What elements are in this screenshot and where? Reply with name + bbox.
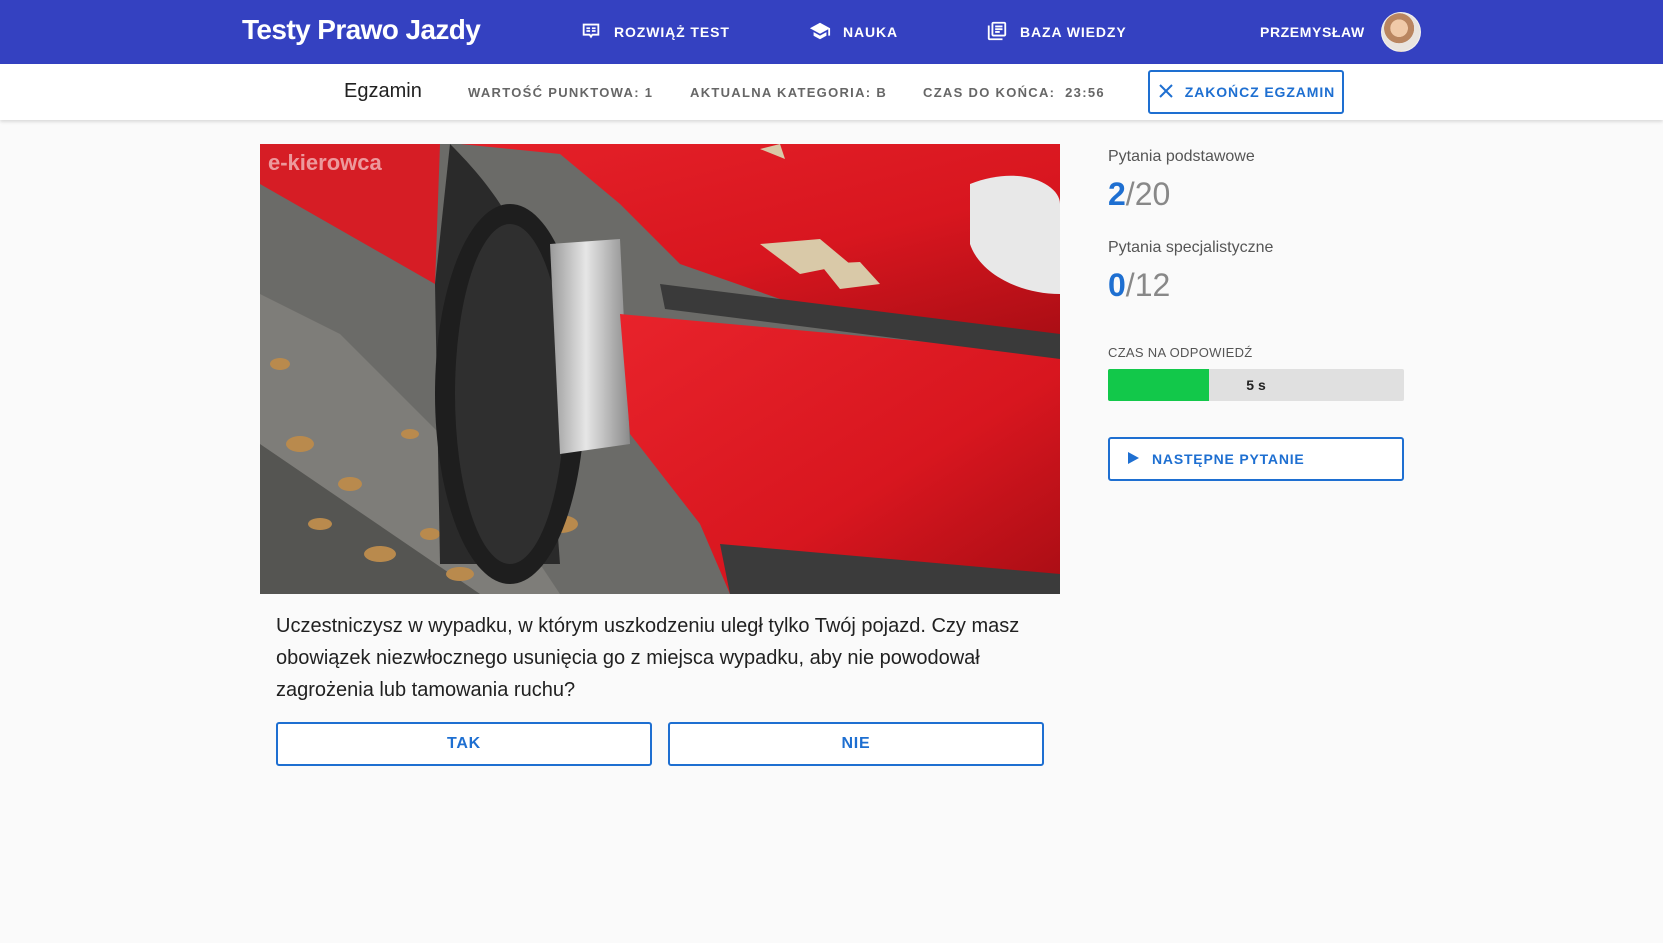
basic-questions-total: /20 bbox=[1125, 176, 1171, 212]
answer-time-progress: 5 s bbox=[1108, 369, 1404, 401]
top-app-bar: Testy Prawo Jazdy ROZWIĄŻ TEST NAUKA BAZ… bbox=[0, 0, 1663, 64]
next-question-button[interactable]: NASTĘPNE PYTANIE bbox=[1108, 437, 1404, 481]
exam-toolbar: Egzamin WARTOŚĆ PUNKTOWA: 1 AKTUALNA KAT… bbox=[0, 64, 1663, 120]
test-icon bbox=[580, 20, 602, 45]
specialist-questions-counter: 0/12 bbox=[1108, 267, 1170, 304]
end-exam-button[interactable]: ZAKOŃCZ EGZAMIN bbox=[1148, 70, 1344, 114]
book-icon bbox=[986, 20, 1008, 45]
basic-questions-current: 2 bbox=[1108, 176, 1126, 212]
basic-questions-label: Pytania podstawowe bbox=[1108, 148, 1255, 165]
avatar[interactable] bbox=[1380, 12, 1421, 52]
answer-no-button[interactable]: NIE bbox=[668, 722, 1044, 766]
answer-yes-button[interactable]: TAK bbox=[276, 722, 652, 766]
nav-solve-test[interactable]: ROZWIĄŻ TEST bbox=[580, 20, 730, 44]
points-value: WARTOŚĆ PUNKTOWA: 1 bbox=[468, 85, 654, 100]
specialist-questions-current: 0 bbox=[1108, 267, 1126, 303]
current-category: AKTUALNA KATEGORIA: B bbox=[690, 85, 888, 100]
time-remaining: CZAS DO KOŃCA: 23:56 bbox=[923, 85, 1105, 100]
brand-title[interactable]: Testy Prawo Jazdy bbox=[242, 14, 481, 46]
end-exam-label: ZAKOŃCZ EGZAMIN bbox=[1184, 84, 1336, 100]
question-image: e-kierowca bbox=[260, 144, 1060, 594]
question-text: Uczestniczysz w wypadku, w którym uszkod… bbox=[276, 615, 1020, 701]
nav-knowledge-base-label: BAZA WIEDZY bbox=[1020, 24, 1127, 40]
nav-knowledge-base[interactable]: BAZA WIEDZY bbox=[986, 20, 1127, 44]
close-icon bbox=[1157, 82, 1175, 103]
page-title: Egzamin bbox=[344, 80, 422, 102]
play-icon bbox=[1126, 451, 1140, 468]
nav-solve-test-label: ROZWIĄŻ TEST bbox=[614, 24, 730, 40]
basic-questions-counter: 2/20 bbox=[1108, 176, 1170, 213]
answer-time-label: CZAS NA ODPOWIEDŹ bbox=[1108, 345, 1253, 360]
next-question-label: NASTĘPNE PYTANIE bbox=[1152, 451, 1305, 467]
answer-time-value: 5 s bbox=[1246, 377, 1266, 393]
specialist-questions-total: /12 bbox=[1125, 267, 1171, 303]
image-watermark: e-kierowca bbox=[268, 150, 382, 175]
nav-learning[interactable]: NAUKA bbox=[809, 20, 898, 44]
damaged-car-picture bbox=[260, 144, 1060, 594]
graduation-cap-icon bbox=[809, 20, 831, 45]
specialist-questions-label: Pytania specjalistyczne bbox=[1108, 239, 1274, 256]
user-menu[interactable]: PRZEMYSŁAW bbox=[1260, 12, 1421, 52]
user-name: PRZEMYSŁAW bbox=[1260, 24, 1365, 40]
nav-learning-label: NAUKA bbox=[843, 24, 899, 40]
